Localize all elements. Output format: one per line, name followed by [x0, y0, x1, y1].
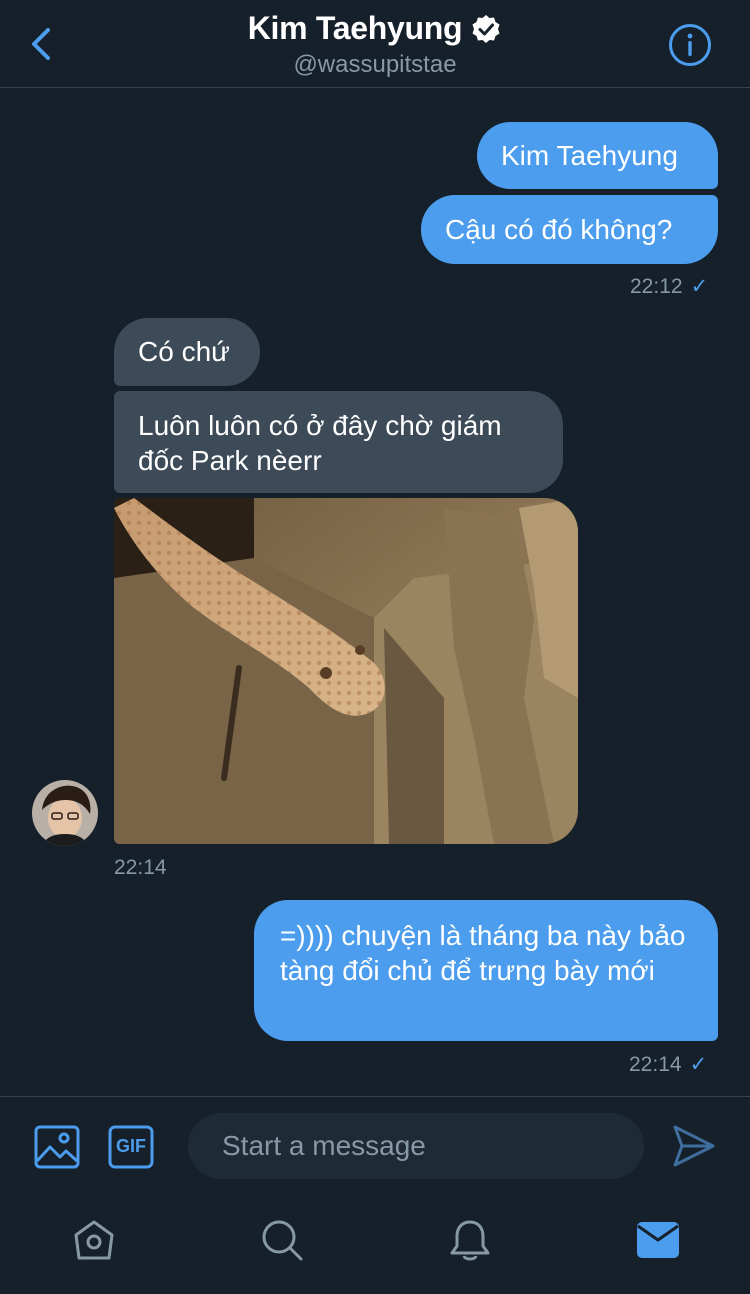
message-timestamp: 22:14 ✓ [629, 1053, 708, 1076]
tab-messages[interactable] [636, 1218, 680, 1262]
read-check-icon: ✓ [690, 275, 709, 298]
message-timestamp: 22:12 ✓ [630, 275, 709, 298]
bell-icon [450, 1220, 490, 1261]
gif-label: GIF [116, 1136, 146, 1156]
read-check-icon: ✓ [689, 1053, 708, 1076]
conversation-header: Kim Taehyung @wassupitstae [0, 0, 750, 88]
tab-search[interactable] [260, 1218, 304, 1262]
send-icon [673, 1125, 715, 1167]
contact-handle: @wassupitstae [293, 51, 457, 78]
message-bubble-outgoing[interactable]: Cậu có đó không? [421, 195, 718, 264]
contact-name: Kim Taehyung [247, 10, 463, 46]
add-media-button[interactable] [34, 1125, 80, 1169]
bottom-tab-bar [0, 1196, 750, 1294]
message-input[interactable] [188, 1113, 644, 1179]
title-block[interactable]: Kim Taehyung @wassupitstae [0, 10, 750, 79]
message-bubble-incoming[interactable]: Luôn luôn có ở đây chờ giám đốc Park nèe… [114, 391, 563, 493]
add-gif-button[interactable]: GIF [108, 1125, 154, 1169]
message-bubble-outgoing[interactable]: Kim Taehyung [477, 122, 718, 189]
message-timestamp: 22:14 [114, 856, 167, 879]
verified-badge-icon [470, 13, 502, 45]
image-icon [34, 1125, 80, 1169]
info-icon [669, 24, 711, 66]
search-icon [262, 1220, 303, 1261]
message-composer: GIF [0, 1096, 750, 1196]
send-button[interactable] [672, 1123, 716, 1169]
conversation-info-button[interactable] [668, 23, 712, 67]
message-photo[interactable] [114, 498, 578, 844]
message-bubble-incoming[interactable]: Có chứ [114, 318, 260, 386]
tab-home[interactable] [72, 1218, 116, 1262]
mail-icon [637, 1222, 679, 1258]
tab-notifications[interactable] [448, 1218, 492, 1262]
home-icon [74, 1220, 114, 1260]
contact-avatar[interactable] [32, 780, 98, 846]
message-bubble-outgoing[interactable]: =)))) chuyện là tháng ba này bảo tàng đổ… [254, 900, 718, 1041]
